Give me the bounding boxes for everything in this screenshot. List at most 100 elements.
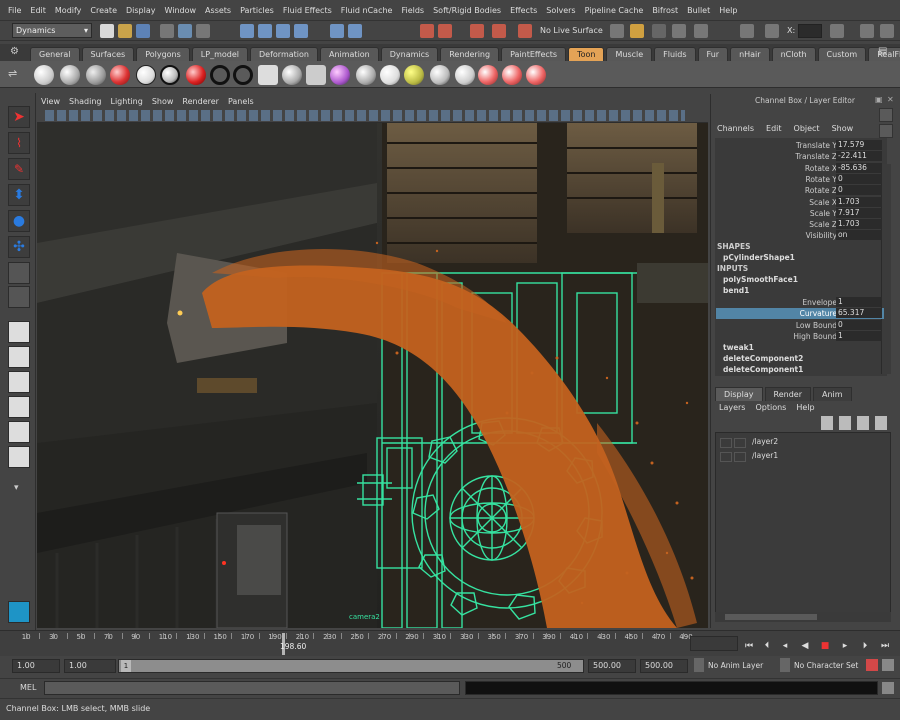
menu-item-fluid-ncache[interactable]: Fluid nCache <box>341 6 393 15</box>
bend-attribute-row[interactable]: Envelope 1 <box>716 297 884 308</box>
toon-line-icon[interactable] <box>258 65 278 85</box>
layer-row[interactable]: ∕layer1 <box>718 451 888 463</box>
character-set-icon[interactable] <box>780 658 790 672</box>
save-scene-icon[interactable] <box>136 24 150 38</box>
layer-tab-display[interactable]: Display <box>715 387 763 401</box>
ring2-icon[interactable] <box>233 65 253 85</box>
step-back-frame-icon[interactable]: ◂ <box>778 640 792 652</box>
viewport-menu-panels[interactable]: Panels <box>228 97 254 106</box>
persp-outliner-layout-icon[interactable] <box>8 371 30 393</box>
toon-red-outline2-icon[interactable] <box>502 65 522 85</box>
menu-item-display[interactable]: Display <box>126 6 156 15</box>
shelf-tab-surfaces[interactable]: Surfaces <box>81 47 135 61</box>
shelf-tab-polygons[interactable]: Polygons <box>136 47 190 61</box>
shelf-tab-general[interactable]: General <box>30 47 80 61</box>
toon-shader-red-icon[interactable] <box>110 65 130 85</box>
channel-menu-channels[interactable]: Channels <box>717 124 754 136</box>
current-frame-field[interactable] <box>690 636 738 651</box>
x-field[interactable] <box>798 24 822 38</box>
anim-start-field[interactable]: 1.00 <box>12 659 60 673</box>
attribute-row[interactable]: Rotate Y0 <box>716 173 884 185</box>
lock-icon[interactable] <box>630 24 644 38</box>
attribute-row[interactable]: Rotate X -85.636 <box>716 162 884 174</box>
assign-outline-icon[interactable] <box>282 65 302 85</box>
command-input[interactable] <box>44 681 460 695</box>
mode-dropdown[interactable]: Dynamics ▾ <box>12 23 92 38</box>
step-forward-frame-icon[interactable]: ▸ <box>838 640 852 652</box>
step-forward-key-icon[interactable]: ⏵ <box>858 640 872 652</box>
snap-grid-icon[interactable] <box>240 24 254 38</box>
menu-item-edit[interactable]: Edit <box>30 6 46 15</box>
viewport-menu-lighting[interactable]: Lighting <box>110 97 142 106</box>
anim-layer-label[interactable]: No Anim Layer <box>708 661 763 670</box>
menu-item-pipeline-cache[interactable]: Pipeline Cache <box>585 6 644 15</box>
attribute-value[interactable]: 65.317 <box>836 308 882 319</box>
menu-item-fluid-effects[interactable]: Fluid Effects <box>283 6 332 15</box>
toggle-panel-icon[interactable] <box>880 24 894 38</box>
attribute-row[interactable]: Scale Y 7.917 <box>716 207 884 219</box>
shelf-tab-rendering[interactable]: Rendering <box>440 47 500 61</box>
single-pane-layout-icon[interactable] <box>8 321 30 343</box>
toon-shader-grey-icon[interactable] <box>60 65 80 85</box>
snap-point-icon[interactable] <box>276 24 290 38</box>
toon-purple-icon[interactable] <box>330 65 350 85</box>
input-node-polysmooth[interactable]: polySmoothFace1 <box>723 275 798 284</box>
coordinate-mode-icon[interactable] <box>765 24 779 38</box>
layer-tab-render[interactable]: Render <box>764 387 811 401</box>
attribute-value[interactable]: 0 <box>836 319 882 330</box>
range-start-handle[interactable]: 1 <box>121 660 131 672</box>
shelf-tab-fluids[interactable]: Fluids <box>654 47 696 61</box>
menu-item-assets[interactable]: Assets <box>205 6 231 15</box>
layer-menu-help[interactable]: Help <box>796 403 814 412</box>
snap-plane-icon[interactable] <box>294 24 308 38</box>
channel-menu-object[interactable]: Object <box>794 124 820 136</box>
panel-close-icon[interactable]: ✕ <box>887 95 894 104</box>
menu-item-soft-rigid-bodies[interactable]: Soft/Rigid Bodies <box>433 6 501 15</box>
playback-end-field[interactable]: 500.00 <box>588 659 636 673</box>
menu-item-particles[interactable]: Particles <box>240 6 274 15</box>
toon-red-outline-icon[interactable] <box>478 65 498 85</box>
shelf-tab-muscle[interactable]: Muscle <box>606 47 653 61</box>
panel-float-icon[interactable]: ▣ <box>875 95 883 104</box>
attribute-value[interactable]: 1.703 <box>836 219 882 230</box>
select-tool-icon[interactable]: ➤ <box>8 106 30 128</box>
anim-layer-icon[interactable] <box>694 658 704 672</box>
shelf-tab-dynamics[interactable]: Dynamics <box>380 47 439 61</box>
shelf-tab-toon[interactable]: Toon <box>568 47 605 61</box>
viewport-toolbar-icons[interactable] <box>45 110 685 121</box>
play-backward-icon[interactable]: ◀ <box>798 640 812 652</box>
attribute-value[interactable]: 0 <box>836 173 882 184</box>
input-node-tweak[interactable]: tweak1 <box>723 343 754 352</box>
toon-settings-icon[interactable] <box>306 65 326 85</box>
shelf-options-icon[interactable]: ⚙ <box>10 46 24 58</box>
channel-box-toggle-icon[interactable] <box>879 108 893 122</box>
layer-menu-options[interactable]: Options <box>755 403 786 412</box>
toon-shader-bright-icon[interactable] <box>380 65 400 85</box>
toon-shader-dark-icon[interactable] <box>86 65 106 85</box>
viewport-3d[interactable]: camera2 <box>37 123 708 628</box>
persp-graph-layout-icon[interactable] <box>8 396 30 418</box>
sidebar-toggle-icon[interactable] <box>610 24 624 38</box>
menu-item-bullet[interactable]: Bullet <box>687 6 710 15</box>
attribute-value[interactable]: 17.579 <box>836 140 882 150</box>
attribute-row[interactable]: Translate Z -22.411 <box>716 151 884 162</box>
viewport-menu-show[interactable]: Show <box>152 97 174 106</box>
bend-attribute-row[interactable]: Low Bound 0 <box>716 319 884 331</box>
menu-item-bifrost[interactable]: Bifrost <box>652 6 678 15</box>
tool-settings-icon[interactable] <box>672 24 686 38</box>
shelf-tab-custom[interactable]: Custom <box>817 47 867 61</box>
paint-select-icon[interactable]: ✎ <box>8 158 30 180</box>
attribute-value[interactable]: 0 <box>836 185 882 196</box>
attribute-value[interactable]: -22.411 <box>836 151 882 162</box>
bend-attribute-row[interactable]: High Bound 1 <box>716 330 884 342</box>
character-set-label[interactable]: No Character Set <box>794 661 858 670</box>
attribute-row[interactable]: Rotate Z0 <box>716 185 884 196</box>
attribute-editor-icon[interactable] <box>652 24 666 38</box>
layer-tab-anim[interactable]: Anim <box>812 387 852 401</box>
hypershade-icon[interactable] <box>470 24 484 38</box>
menu-item-modify[interactable]: Modify <box>55 6 82 15</box>
ring-icon[interactable] <box>210 65 230 85</box>
history-icon[interactable] <box>330 24 344 38</box>
brush-icon[interactable] <box>356 65 376 85</box>
auto-key-icon[interactable] <box>866 659 878 671</box>
